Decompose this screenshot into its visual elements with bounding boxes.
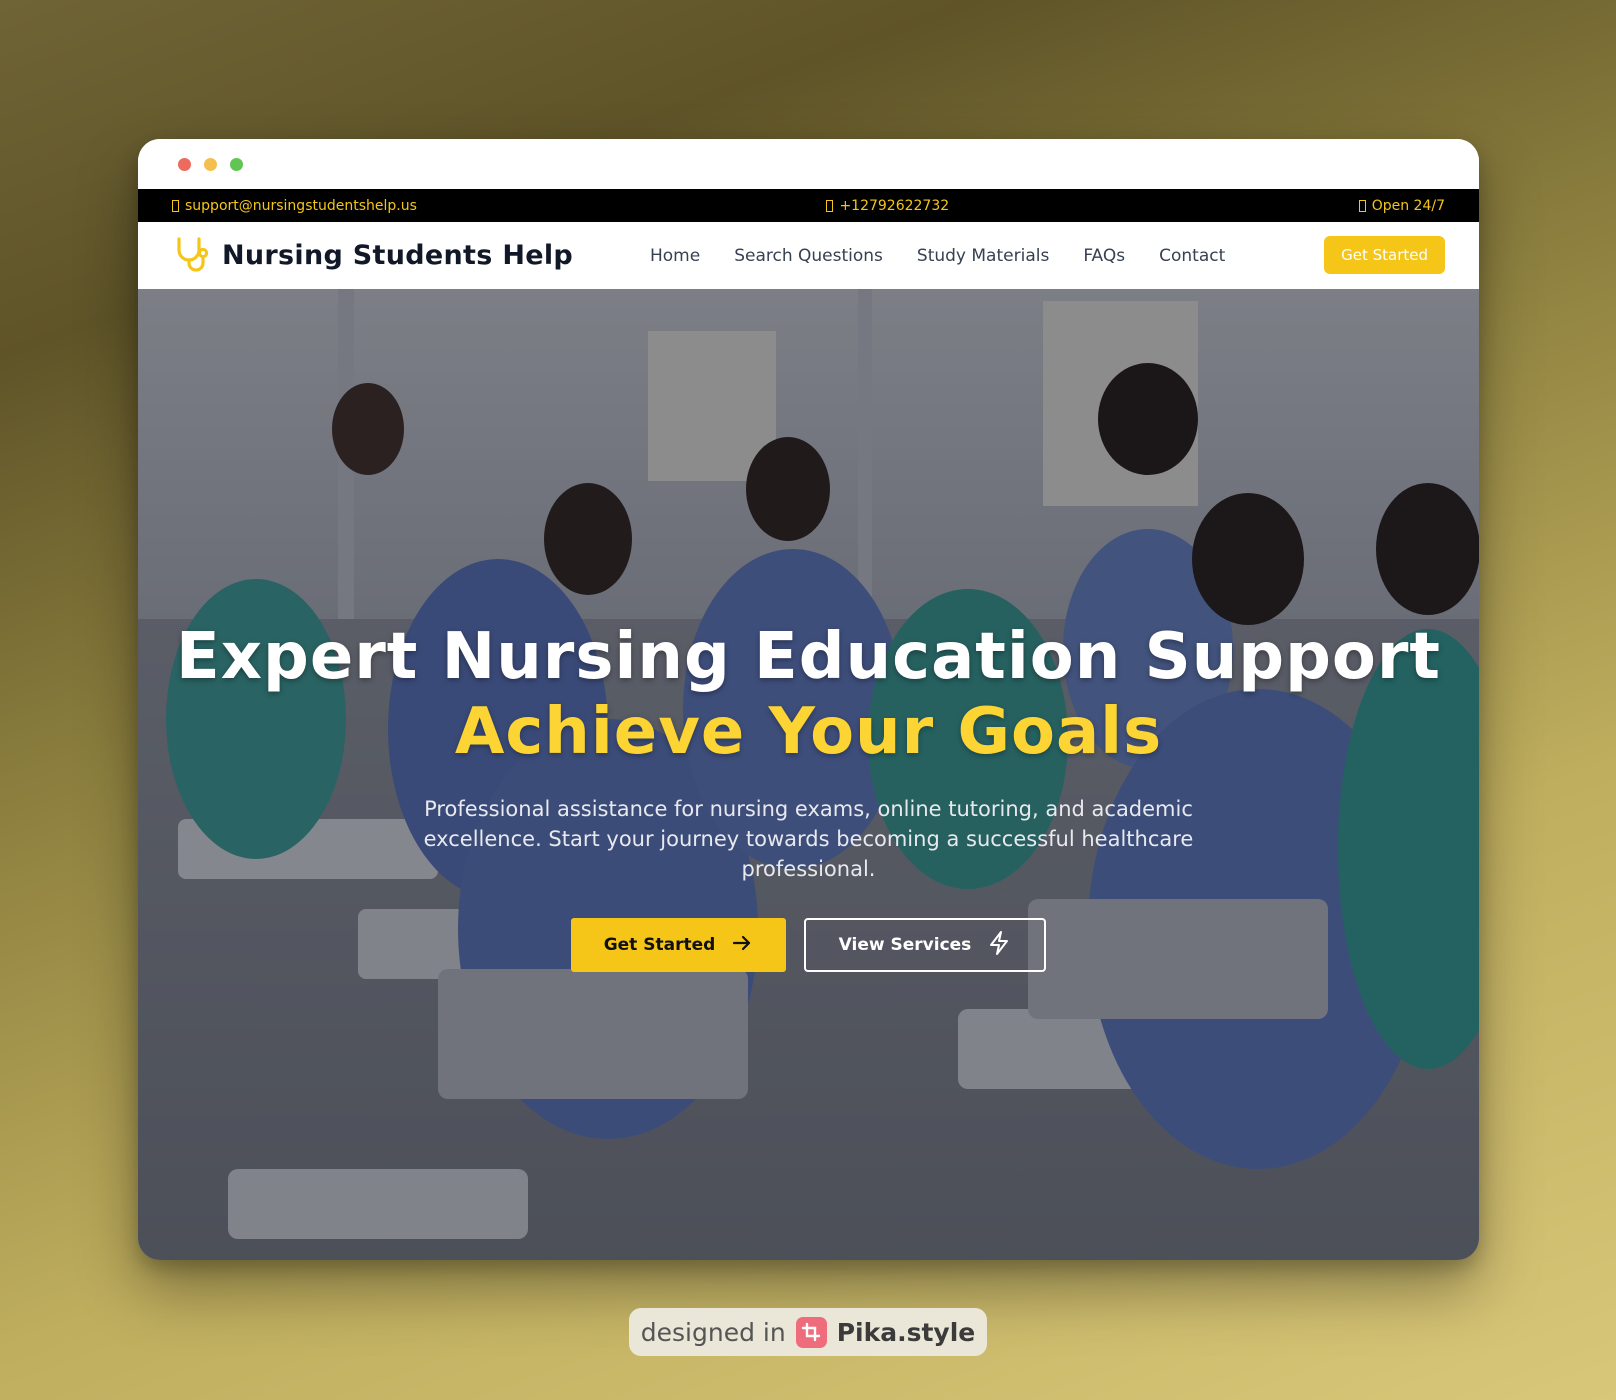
hero-get-started-label: Get Started xyxy=(603,935,716,955)
brand-logo[interactable]: Nursing Students Help xyxy=(172,234,573,278)
main-navbar: Nursing Students Help Home Search Questi… xyxy=(138,222,1479,289)
browser-window: support@nursingstudentshelp.us +12792622… xyxy=(138,139,1479,1260)
nav-links: Home Search Questions Study Materials FA… xyxy=(650,222,1225,289)
topbar-email[interactable]: support@nursingstudentshelp.us xyxy=(172,198,417,214)
arrow-right-icon xyxy=(731,932,753,959)
nav-link-search-questions[interactable]: Search Questions xyxy=(734,246,883,266)
topbar-hours: Open 24/7 xyxy=(1358,197,1445,214)
close-window-dot[interactable] xyxy=(178,158,191,171)
hero-title: Expert Nursing Education Support xyxy=(176,620,1441,694)
nav-link-faqs[interactable]: FAQs xyxy=(1083,246,1125,266)
lightning-icon xyxy=(987,930,1011,961)
topbar-email-text[interactable]: support@nursingstudentshelp.us xyxy=(185,198,417,214)
nav-link-home[interactable]: Home xyxy=(650,246,700,266)
hero-subtitle: Professional assistance for nursing exam… xyxy=(423,797,1194,881)
pika-style-badge[interactable]: designed in Pika.style xyxy=(629,1308,987,1356)
nav-link-contact[interactable]: Contact xyxy=(1159,246,1225,266)
minimize-window-dot[interactable] xyxy=(204,158,217,171)
topbar-phone-text[interactable]: +12792622732 xyxy=(839,198,949,214)
window-chrome xyxy=(138,139,1479,189)
stethoscope-icon xyxy=(172,234,212,278)
clock-icon xyxy=(1358,199,1366,212)
brand-title: Nursing Students Help xyxy=(222,240,574,271)
hero-content: Expert Nursing Education Support Achieve… xyxy=(138,625,1479,972)
crop-icon xyxy=(795,1316,827,1348)
contact-topbar: support@nursingstudentshelp.us +12792622… xyxy=(138,189,1479,222)
hero-section: Expert Nursing Education Support Achieve… xyxy=(138,289,1479,1260)
nav-link-study-materials[interactable]: Study Materials xyxy=(917,246,1049,266)
hero-accent-title: Achieve Your Goals xyxy=(454,695,1163,769)
hero-buttons: Get Started View Services xyxy=(138,918,1479,972)
topbar-phone[interactable]: +12792622732 xyxy=(826,198,949,214)
nav-get-started-button[interactable]: Get Started xyxy=(1324,236,1445,274)
badge-brand: Pika.style xyxy=(836,1317,976,1347)
phone-icon xyxy=(826,199,834,212)
topbar-hours-text: Open 24/7 xyxy=(1371,197,1445,214)
hero-get-started-button[interactable]: Get Started xyxy=(571,918,786,972)
badge-prefix: designed in xyxy=(640,1317,786,1347)
hero-view-services-label: View Services xyxy=(838,935,972,955)
envelope-icon xyxy=(172,199,179,212)
maximize-window-dot[interactable] xyxy=(230,158,243,171)
hero-view-services-button[interactable]: View Services xyxy=(804,918,1046,972)
